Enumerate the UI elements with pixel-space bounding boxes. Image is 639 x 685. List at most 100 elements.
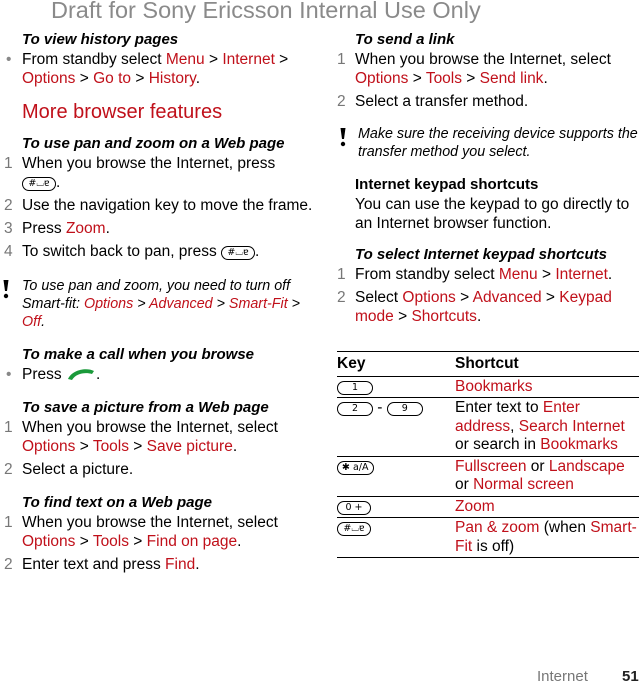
key-cell: 2 - 9 <box>337 398 455 457</box>
panzoom-step-1: 1 When you browse the Internet, press #⌴… <box>4 155 276 191</box>
shortcut-cell: Pan & zoom (when Smart-Fit is off) <box>455 518 639 558</box>
step-text: To switch back to pan, press <box>22 243 217 260</box>
menu-term: Landscape <box>548 457 625 475</box>
text-run: . <box>41 314 46 330</box>
rich-text: From standby select Menu > Internet. <box>355 266 612 283</box>
menu-term: Options <box>355 70 409 87</box>
keypad-key-icon: 0 + <box>337 500 371 515</box>
menu-term: Find on page <box>146 533 238 550</box>
send-link-step-2: 2 Select a transfer method. <box>337 92 639 111</box>
menu-term: Options <box>22 70 76 87</box>
call-title: To make a call when you browse <box>22 346 255 363</box>
save-picture-title: To save a picture from a Web page <box>22 399 269 416</box>
key-cell: 1 <box>337 376 455 398</box>
step-number: 1 <box>4 155 13 172</box>
call-key-icon <box>67 369 94 380</box>
menu-term: Options <box>22 533 76 550</box>
rich-text: When you browse the Internet, select Opt… <box>355 51 611 87</box>
text-run: Enter text to <box>455 399 543 416</box>
send-link-step-1: 1 When you browse the Internet, select O… <box>337 50 639 88</box>
text-run: > <box>541 289 560 306</box>
keypad-key-icon: #⌴ɐ <box>337 522 371 536</box>
text-run: > <box>462 70 480 87</box>
step-number: 1 <box>337 266 346 283</box>
text-run: > <box>129 438 147 455</box>
table-row: 2 - 9 Enter text to Enter address, Search… <box>337 398 639 457</box>
page-number: 51 <box>622 668 639 685</box>
shortcut-table: Key Shortcut 1 Bookmarks 2 - 9 Enter text t… <box>337 351 639 558</box>
text-run: > <box>274 51 289 68</box>
table-header-row: Key Shortcut <box>337 351 639 376</box>
text-run: . <box>232 438 238 455</box>
text-run: > <box>212 296 229 312</box>
punct: . <box>105 220 110 237</box>
menu-term: History <box>148 70 196 87</box>
text-run: > <box>131 70 149 87</box>
menu-term: Tools <box>425 70 462 87</box>
step-number: 4 <box>4 243 13 260</box>
text-run: > <box>75 533 93 550</box>
text-run: , <box>510 417 519 435</box>
rich-text: To use pan and zoom, you need to turn of… <box>22 278 300 330</box>
footer-section-label: Internet <box>537 668 588 685</box>
step-text: Select a picture. <box>22 461 134 478</box>
menu-term: Internet <box>222 51 275 68</box>
key-cell: 0 + <box>337 496 455 518</box>
send-link-note: Make sure the receiving device supports … <box>337 125 639 161</box>
table-row: 1 Bookmarks <box>337 376 639 398</box>
step-text: Select a transfer method. <box>355 93 529 110</box>
hash-key-icon: #⌴ɐ <box>22 177 56 191</box>
warning-icon <box>3 280 9 299</box>
rich-text: From standby select Menu > Internet > Op… <box>22 51 288 87</box>
keypad-intro: You can use the keypad to go directly to… <box>355 196 630 232</box>
menu-term: Internet <box>555 266 608 283</box>
step-number: 3 <box>4 220 13 237</box>
text-run: When you browse the Internet, select <box>355 51 611 68</box>
note-text: Make sure the receiving device supports … <box>358 126 638 160</box>
call-bullet: • Press . <box>0 365 322 384</box>
panzoom-step-4: 4 To switch back to pan, press #⌴ɐ. <box>4 243 260 260</box>
panzoom-title: To use pan and zoom on a Web page <box>22 135 285 152</box>
table-row: #⌴ɐ Pan & zoom (when Smart-Fit is off) <box>337 518 639 558</box>
menu-term: Send link <box>479 70 544 87</box>
find-text-title: To find text on a Web page <box>22 494 213 511</box>
table-row: ✱ a/A Fullscreen or Landscape or Normal s… <box>337 456 639 496</box>
text-run: is off) <box>472 537 515 555</box>
text-run: or <box>455 476 474 493</box>
left-column: To view history pages • From standby sel… <box>0 30 322 574</box>
text-run: > <box>129 533 147 550</box>
keypad-key-icon: 9 <box>386 402 423 416</box>
section-title: More browser features <box>22 101 223 123</box>
text-run: Select <box>355 289 403 306</box>
text-run: When you browse the Internet, select <box>22 419 278 436</box>
text-run: From standby select <box>22 51 166 68</box>
text-run: > <box>455 289 473 306</box>
save-picture-step-1: 1 When you browse the Internet, select O… <box>0 418 322 456</box>
menu-term: Pan & zoom <box>455 519 540 536</box>
text-run: or <box>526 457 549 475</box>
keypad-select-title: To select Internet keypad shortcuts <box>355 246 608 263</box>
history-title: To view history pages <box>22 31 179 48</box>
menu-term: Zoom <box>455 497 495 515</box>
step-text: Enter text and press <box>22 556 166 573</box>
keypad-step-1: 1 From standby select Menu > Internet. <box>337 265 639 284</box>
text-run: > <box>537 266 556 283</box>
send-link-title: To send a link <box>355 31 455 48</box>
menu-term: Zoom <box>65 220 106 237</box>
step-text: Press <box>22 220 66 237</box>
menu-term: Menu <box>165 51 205 68</box>
step-number: 2 <box>4 197 13 214</box>
table-row: 0 + Zoom <box>337 496 639 518</box>
step-text: When you browse the Internet, press <box>22 155 276 172</box>
find-text-step-1: 1 When you browse the Internet, select O… <box>0 513 322 551</box>
key-cell: ✱ a/A <box>337 456 455 496</box>
menu-term: Shortcuts <box>411 308 477 325</box>
text-run: . <box>543 70 548 87</box>
menu-term: Options <box>83 296 134 312</box>
column-header-key: Key <box>337 355 366 372</box>
panzoom-step-2: 2 Use the navigation key to move the fra… <box>0 196 322 215</box>
text-run: . <box>237 533 242 550</box>
keypad-key-icon: ✱ a/A <box>337 460 374 475</box>
shortcut-cell: Fullscreen or Landscape or Normal screen <box>455 456 639 496</box>
save-picture-step-2: 2 Select a picture. <box>0 460 322 479</box>
